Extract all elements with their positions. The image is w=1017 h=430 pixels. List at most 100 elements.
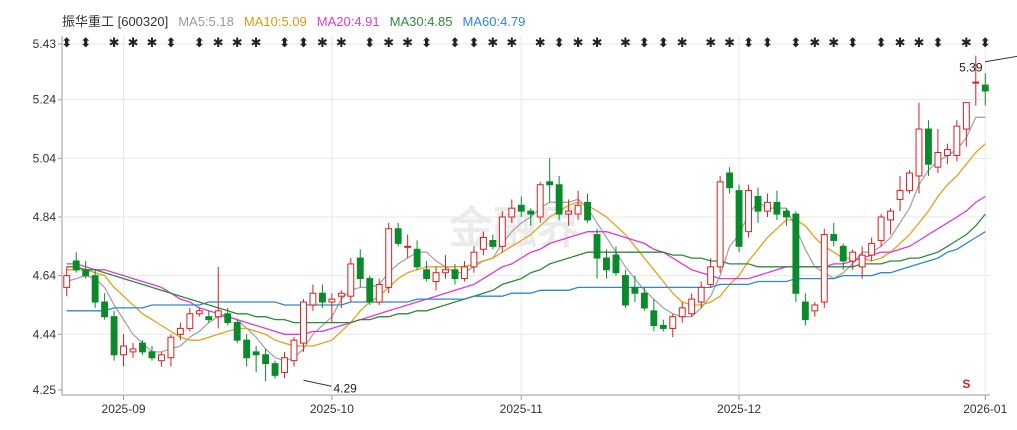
candle-body bbox=[574, 204, 582, 215]
candle-body bbox=[356, 257, 364, 280]
candle-body bbox=[915, 128, 923, 177]
candle-body bbox=[811, 304, 819, 312]
candle-body bbox=[726, 172, 734, 189]
candle-body bbox=[962, 102, 970, 130]
candle-body bbox=[849, 251, 857, 262]
candle-body bbox=[262, 354, 270, 365]
candle-body bbox=[309, 292, 317, 306]
signal-mark: ✱ bbox=[336, 35, 347, 50]
candle-body bbox=[328, 298, 336, 303]
candle-body bbox=[375, 283, 383, 303]
candle-body bbox=[176, 327, 184, 335]
signal-mark: ✱ bbox=[828, 35, 839, 50]
signal-mark: ✱ bbox=[677, 35, 688, 50]
candle-body bbox=[461, 266, 468, 280]
candle-body bbox=[167, 336, 175, 359]
signal-mark: ✱ bbox=[109, 35, 120, 50]
signal-mark: ⬍ bbox=[554, 35, 565, 50]
candle-body bbox=[91, 275, 99, 303]
candle-body bbox=[659, 324, 667, 329]
candle-body bbox=[868, 242, 876, 256]
candle-body bbox=[688, 298, 696, 315]
candle-body bbox=[252, 351, 260, 356]
candle-body bbox=[243, 339, 251, 359]
annotation-pointer bbox=[303, 379, 332, 387]
candle-body bbox=[536, 184, 544, 218]
candle-body bbox=[584, 201, 591, 221]
candle-body bbox=[716, 181, 724, 268]
signal-mark: ⬍ bbox=[743, 35, 754, 50]
signal-mark: ⬍ bbox=[165, 35, 176, 50]
candle-body bbox=[764, 201, 771, 212]
candle-body bbox=[896, 190, 904, 200]
candle-body bbox=[101, 301, 109, 318]
candle-body bbox=[953, 125, 961, 156]
candle-body bbox=[782, 210, 790, 218]
candle-body bbox=[157, 354, 165, 362]
signal-mark: ⬍ bbox=[876, 35, 887, 50]
signal-mark: ⬍ bbox=[194, 35, 205, 50]
signal-mark: ⬍ bbox=[364, 35, 375, 50]
candle-body bbox=[214, 310, 222, 318]
candle-body bbox=[479, 237, 487, 250]
candle-body bbox=[621, 275, 629, 306]
signal-mark: ✱ bbox=[573, 35, 584, 50]
candle-body bbox=[678, 307, 686, 318]
signal-mark: ✱ bbox=[961, 35, 972, 50]
candle-body bbox=[186, 313, 194, 329]
y-tick-label: 4.64 bbox=[33, 269, 57, 283]
candle-body bbox=[423, 269, 431, 280]
candle-body bbox=[413, 248, 421, 268]
signal-mark: ✱ bbox=[128, 35, 139, 50]
candle-body bbox=[385, 228, 393, 288]
candle-body bbox=[432, 272, 440, 283]
candle-body bbox=[697, 286, 705, 303]
candle-body bbox=[773, 201, 781, 215]
low-price-label: 4.29 bbox=[333, 381, 357, 395]
signal-mark: ✱ bbox=[809, 35, 820, 50]
signal-mark: ⬍ bbox=[61, 35, 72, 50]
candle-body bbox=[754, 195, 762, 212]
candle-body bbox=[887, 210, 895, 221]
candle-body bbox=[650, 310, 658, 326]
signal-mark: ✱ bbox=[506, 35, 517, 50]
candle-body bbox=[792, 213, 800, 294]
signal-mark: ✱ bbox=[383, 35, 394, 50]
candle-body bbox=[281, 357, 288, 373]
y-tick-label: 4.84 bbox=[33, 210, 57, 224]
x-tick-label: 2025-12 bbox=[717, 402, 761, 416]
candle-body bbox=[489, 239, 497, 247]
candle-body bbox=[981, 84, 989, 92]
candle-body bbox=[82, 269, 90, 277]
x-tick-label: 2025-10 bbox=[310, 402, 354, 416]
candle-body bbox=[442, 269, 449, 274]
signal-mark: ✱ bbox=[592, 35, 603, 50]
candle-body bbox=[271, 363, 279, 376]
y-tick-label: 4.44 bbox=[33, 327, 57, 341]
candle-body bbox=[318, 292, 326, 303]
candle-body bbox=[404, 245, 412, 248]
signal-mark: ✱ bbox=[705, 35, 716, 50]
signal-mark: ✱ bbox=[317, 35, 328, 50]
candle-body bbox=[593, 234, 601, 259]
candle-body bbox=[148, 351, 156, 359]
candle-body bbox=[498, 216, 506, 247]
candle-body bbox=[631, 286, 639, 294]
signal-mark: ✱ bbox=[402, 35, 413, 50]
candle-body bbox=[300, 301, 307, 344]
candle-body bbox=[195, 310, 203, 315]
signal-mark: ⬍ bbox=[421, 35, 432, 50]
signal-mark: ⬍ bbox=[762, 35, 773, 50]
candle-body bbox=[612, 254, 620, 274]
candle-body bbox=[830, 234, 838, 241]
candle-body bbox=[517, 204, 525, 212]
candle-body bbox=[707, 266, 715, 285]
candle-body bbox=[669, 316, 677, 329]
signal-mark: ✱ bbox=[535, 35, 546, 50]
signal-mark: ⬍ bbox=[980, 35, 991, 50]
candle-body bbox=[72, 260, 80, 271]
candle-body bbox=[290, 339, 298, 362]
signal-mark: ✱ bbox=[895, 35, 906, 50]
candle-body bbox=[565, 210, 573, 215]
candle-body bbox=[224, 313, 232, 324]
